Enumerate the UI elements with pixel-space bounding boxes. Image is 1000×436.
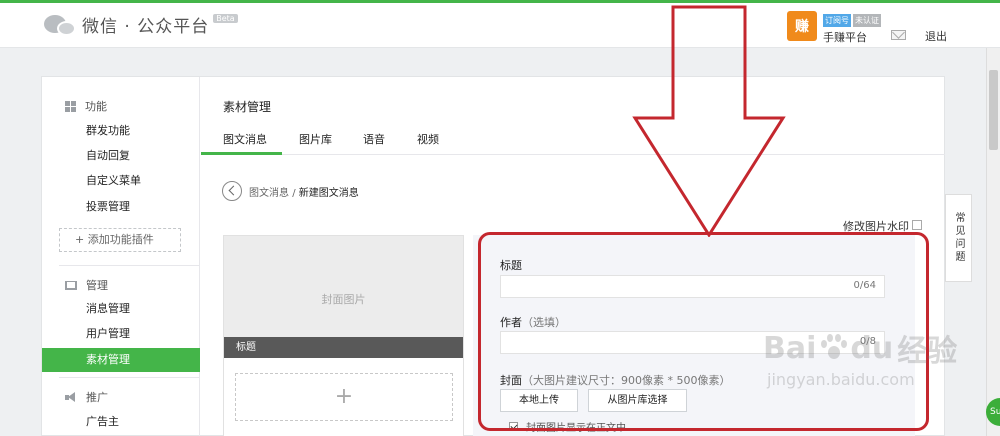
sidebar-item-auto-reply[interactable]: 自动回复 bbox=[42, 144, 200, 168]
breadcrumb-current: 新建图文消息 bbox=[298, 188, 359, 199]
grid-icon bbox=[65, 100, 76, 112]
cover-placeholder-text: 封面图片 bbox=[321, 293, 366, 306]
sidebar-item-vote[interactable]: 投票管理 bbox=[42, 195, 200, 219]
tab-images[interactable]: 图片库 bbox=[299, 131, 332, 147]
annotation-arrow bbox=[632, 5, 786, 237]
active-tab-indicator bbox=[201, 152, 282, 155]
verify-status-tag[interactable]: 未认证 bbox=[853, 14, 881, 27]
add-article-button[interactable]: + bbox=[235, 373, 453, 421]
account-avatar[interactable]: 赚 bbox=[787, 11, 817, 41]
inbox-icon bbox=[65, 280, 77, 290]
divider bbox=[59, 265, 199, 266]
sidebar-item-advertiser[interactable]: 广告主 bbox=[42, 410, 200, 434]
faq-tab[interactable]: 常见问题 bbox=[945, 194, 972, 282]
divider bbox=[59, 377, 199, 378]
breadcrumb-separator: / bbox=[292, 188, 296, 199]
sidebar-item-messages[interactable]: 消息管理 bbox=[42, 297, 200, 321]
sidebar-section-function: 功能 bbox=[65, 98, 107, 114]
logout-link[interactable]: 退出 bbox=[925, 28, 947, 44]
sidebar-item-materials[interactable]: 素材管理 bbox=[42, 348, 200, 372]
account-name[interactable]: 手赚平台 bbox=[823, 29, 867, 45]
watermark-url: jingyan.baidu.com bbox=[767, 370, 915, 389]
sidebar-item-mass-send[interactable]: 群发功能 bbox=[42, 119, 200, 143]
baidu-brand-b: du bbox=[850, 330, 894, 366]
sidebar: 功能 群发功能 自动回复 自定义菜单 投票管理 + 添加功能插件 管理 消息管理… bbox=[42, 77, 200, 436]
beta-badge: Beta bbox=[213, 14, 238, 23]
article-preview: 封面图片 标题 + bbox=[223, 235, 464, 436]
account-tags: 订阅号 未认证 bbox=[823, 14, 881, 27]
section-title: 管理 bbox=[86, 279, 108, 292]
wechat-logo[interactable]: 微信 · 公众平台 Beta bbox=[44, 12, 238, 37]
scrollbar-thumb[interactable] bbox=[989, 70, 998, 150]
tab-video[interactable]: 视频 bbox=[417, 131, 439, 147]
page-scrollbar[interactable] bbox=[986, 48, 1000, 436]
baidu-brand-cn: 经验 bbox=[897, 334, 958, 369]
add-plugin-button[interactable]: + 添加功能插件 bbox=[59, 228, 181, 252]
sidebar-section-promote: 推广 bbox=[65, 389, 108, 405]
preview-title-bar: 标题 bbox=[224, 337, 463, 358]
section-title: 功能 bbox=[85, 100, 107, 113]
sidebar-section-manage: 管理 bbox=[65, 277, 108, 293]
logo-text: 微信 · 公众平台 bbox=[82, 17, 210, 37]
baidu-jingyan-watermark: Bai du 经验 jingyan.baidu.com bbox=[763, 326, 983, 416]
baidu-logo: Bai du 经验 bbox=[763, 326, 983, 370]
breadcrumb: 图文消息 / 新建图文消息 bbox=[249, 184, 359, 199]
breadcrumb-parent[interactable]: 图文消息 bbox=[249, 188, 289, 199]
tab-voice[interactable]: 语音 bbox=[363, 131, 385, 147]
mail-icon[interactable] bbox=[891, 30, 906, 40]
sidebar-item-custom-menu[interactable]: 自定义菜单 bbox=[42, 169, 200, 193]
tab-news[interactable]: 图文消息 bbox=[223, 131, 267, 147]
section-title: 推广 bbox=[86, 391, 108, 404]
wechat-logo-icon bbox=[44, 13, 78, 37]
sidebar-item-users[interactable]: 用户管理 bbox=[42, 322, 200, 346]
paw-icon bbox=[818, 333, 848, 363]
back-arrow-icon[interactable] bbox=[222, 181, 242, 201]
tab-bar: 图文消息 图片库 语音 视频 bbox=[201, 126, 945, 155]
speaker-icon bbox=[65, 392, 77, 402]
watermark-icon[interactable] bbox=[912, 220, 922, 230]
account-type-tag: 订阅号 bbox=[823, 14, 851, 27]
header: 微信 · 公众平台 Beta 赚 订阅号 未认证 手赚平台 退出 bbox=[0, 3, 1000, 48]
baidu-brand-a: Bai bbox=[763, 330, 817, 366]
page-title: 素材管理 bbox=[223, 100, 272, 114]
